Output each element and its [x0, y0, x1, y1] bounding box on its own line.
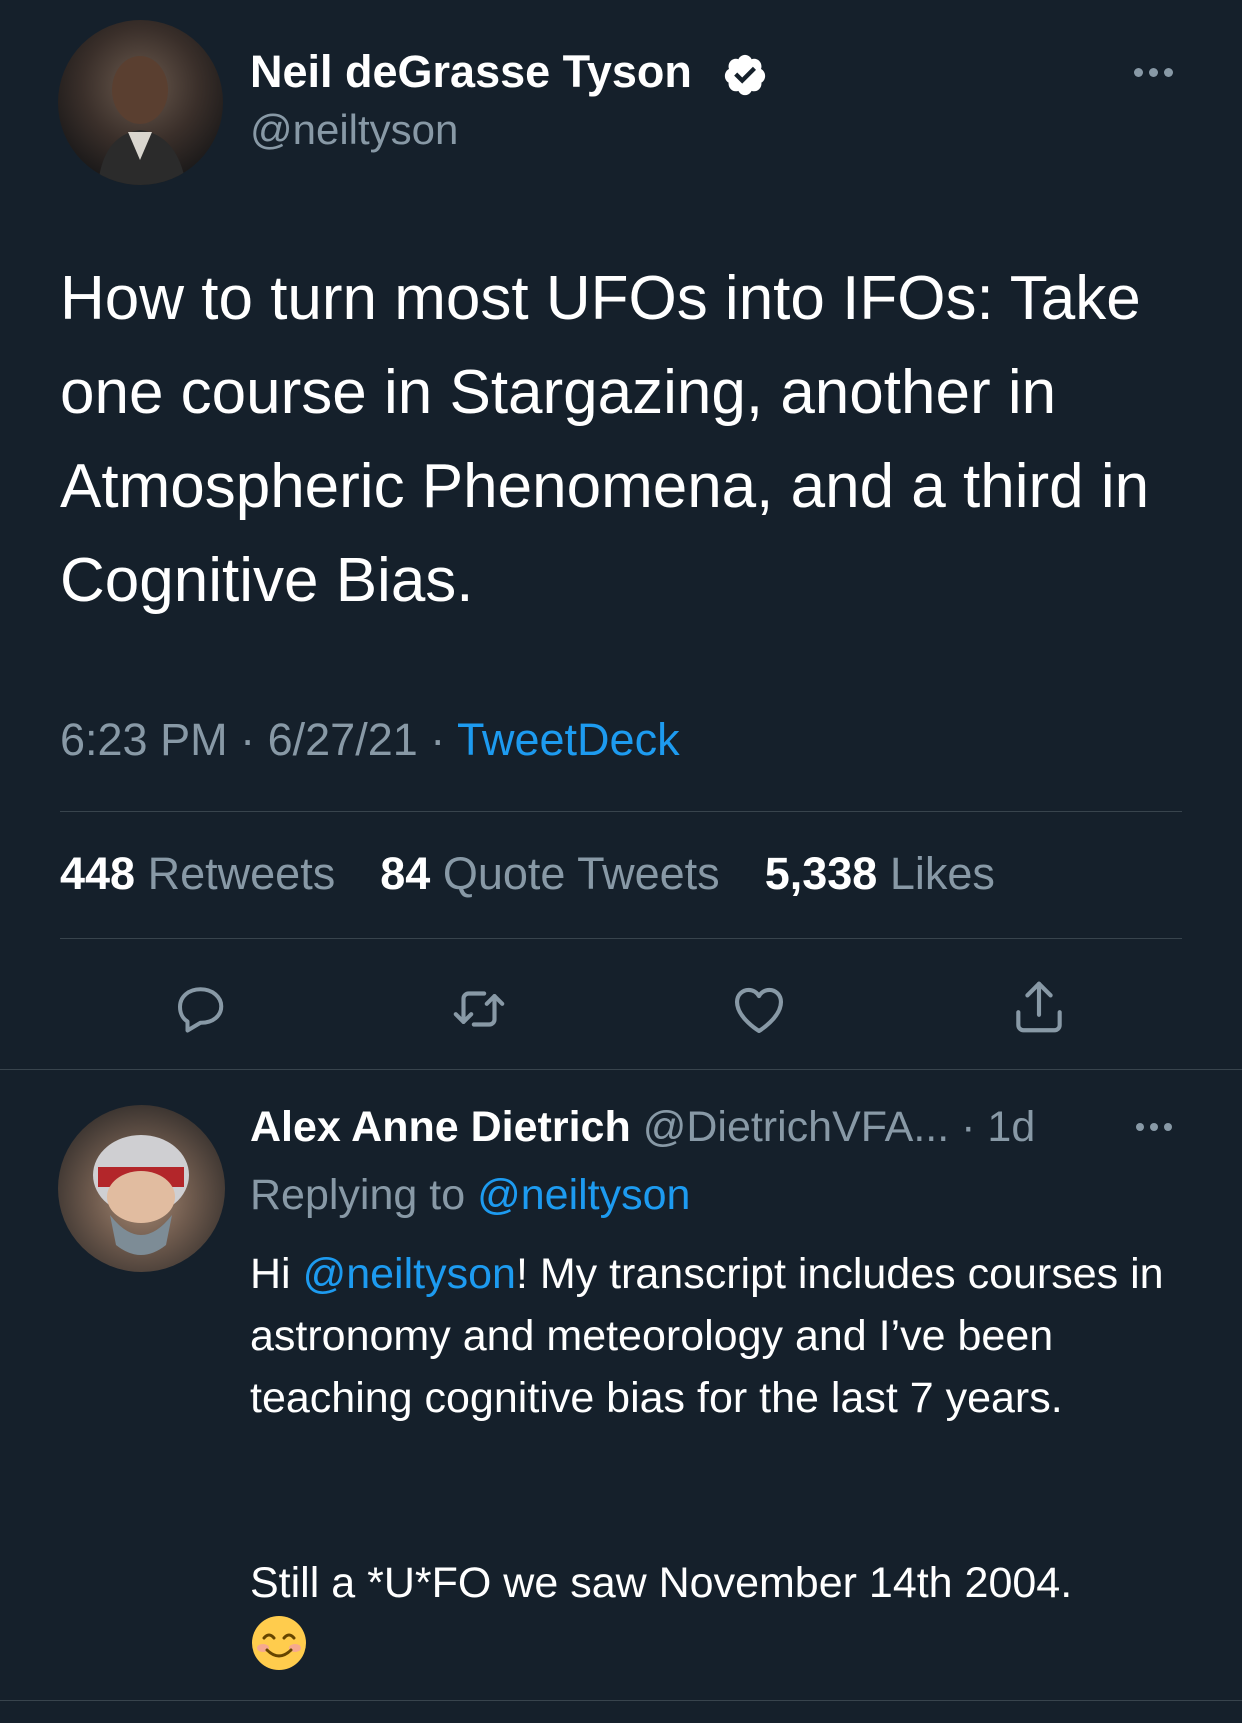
- author-avatar[interactable]: [58, 20, 223, 185]
- reply-text-second: Still a *U*FO we saw November 14th 2004.: [250, 1559, 1073, 1607]
- replying-to: Replying to @neiltyson: [250, 1171, 691, 1219]
- reply-text: Hi @neiltyson! My transcript includes co…: [250, 1250, 1164, 1422]
- reply-author-avatar[interactable]: [58, 1105, 225, 1272]
- reply-author-name[interactable]: Alex Anne Dietrich: [250, 1103, 631, 1151]
- divider: [60, 938, 1182, 939]
- like-icon[interactable]: [728, 978, 790, 1040]
- smiling-face-emoji: [250, 1614, 308, 1672]
- more-icon[interactable]: [1134, 68, 1173, 77]
- divider: [0, 1700, 1242, 1701]
- tweet-time: 6:23 PM: [60, 714, 228, 765]
- reply-header: Alex Anne Dietrich @DietrichVFA... · 1d: [250, 1100, 1035, 1154]
- reply-mention[interactable]: @neiltyson: [303, 1250, 516, 1298]
- retweets-count: 448: [60, 848, 136, 899]
- divider: [0, 1069, 1242, 1070]
- likes-label: Likes: [889, 848, 995, 899]
- quotes-count: 84: [380, 848, 431, 899]
- reply-author-avatar-image: [93, 1135, 189, 1255]
- tweet-source[interactable]: TweetDeck: [457, 714, 680, 765]
- reply-age: · 1d: [961, 1103, 1036, 1151]
- retweets-label: Retweets: [147, 848, 336, 899]
- divider: [60, 811, 1182, 812]
- reply-icon[interactable]: [170, 978, 230, 1038]
- tweet-text: How to turn most UFOs into IFOs: Take on…: [60, 264, 1150, 615]
- retweet-icon[interactable]: [448, 978, 510, 1040]
- quotes-label: Quote Tweets: [442, 848, 720, 899]
- share-icon[interactable]: [1008, 976, 1070, 1038]
- author-avatar-image: [98, 56, 186, 185]
- reply-author-handle[interactable]: @DietrichVFA...: [643, 1103, 950, 1151]
- author-handle[interactable]: @neiltyson: [250, 104, 458, 156]
- replying-to-handle[interactable]: @neiltyson: [477, 1171, 690, 1219]
- likes-count: 5,338: [764, 848, 878, 899]
- author-name[interactable]: Neil deGrasse Tyson: [250, 45, 692, 99]
- tweet-meta: 6:23 PM · 6/27/21 · TweetDeck: [60, 714, 680, 765]
- tweet-date[interactable]: 6/27/21: [268, 714, 418, 765]
- tweet-stats: 448 Retweets 84 Quote Tweets 5,338 Likes: [60, 846, 995, 902]
- likes-stat[interactable]: 5,338 Likes: [765, 848, 995, 899]
- quotes-stat[interactable]: 84 Quote Tweets: [380, 848, 732, 899]
- retweets-stat[interactable]: 448 Retweets: [60, 848, 348, 899]
- verified-badge-icon: [722, 52, 768, 98]
- reply-more-icon[interactable]: [1136, 1123, 1172, 1131]
